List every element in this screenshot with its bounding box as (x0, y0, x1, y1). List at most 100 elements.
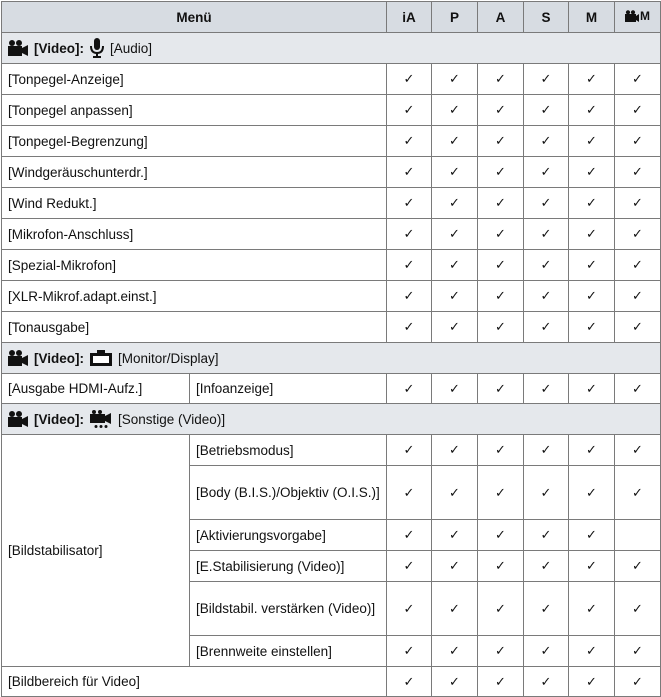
check-cell: ✓ (523, 249, 569, 281)
table-row: [Tonpegel-Anzeige] ✓ ✓ ✓ ✓ ✓ ✓ (1, 63, 661, 95)
check-cell: ✓ (386, 635, 432, 667)
check-cell: ✓ (614, 666, 661, 697)
check-cell: ✓ (614, 94, 661, 126)
row-sublabel: [Body (B.I.S.)/Objektiv (O.I.S.)] (189, 465, 387, 520)
section-monitor-tag: [Video]: (34, 350, 84, 366)
row-sublabel: [Aktivierungsvorgabe] (189, 519, 387, 551)
check-cell: ✓ (614, 465, 661, 520)
table-row: [Bildbereich für Video] ✓ ✓ ✓ ✓ ✓ ✓ (1, 666, 661, 697)
check-cell: ✓ (523, 666, 569, 697)
check-cell: ✓ (386, 280, 432, 312)
check-cell: ✓ (523, 635, 569, 667)
check-cell: ✓ (431, 434, 478, 466)
check-cell: ✓ (477, 666, 524, 697)
check-cell: ✓ (614, 125, 661, 157)
check-cell: ✓ (614, 550, 661, 582)
row-label: [Windgeräuschunterdr.] (1, 156, 387, 188)
header-mode-m: M (568, 1, 615, 33)
row-label: [Tonpegel anpassen] (1, 94, 387, 126)
check-cell: ✓ (477, 465, 524, 520)
table-row: [Wind Redukt.] ✓ ✓ ✓ ✓ ✓ ✓ (1, 187, 661, 219)
check-cell: ✓ (614, 63, 661, 95)
table-row: [Bildstabilisator] [Betriebsmodus] ✓ ✓ ✓ ✓ ✓… (1, 434, 661, 667)
row-label: [XLR-Mikrof.adapt.einst.] (1, 280, 387, 312)
row-sublabel: [Betriebsmodus] (189, 434, 387, 466)
check-cell: ✓ (477, 249, 524, 281)
check-cell: ✓ (386, 125, 432, 157)
monitor-display-icon (90, 350, 112, 366)
check-cell: ✓ (431, 519, 478, 551)
check-cell: ✓ (568, 550, 615, 582)
check-cell: ✓ (568, 94, 615, 126)
row-label: [Mikrofon-Anschluss] (1, 218, 387, 250)
row-sublabel: [Brennweite einstellen] (189, 635, 387, 667)
row-sublabel: [Bildstabil. verstärken (Video)] (189, 581, 387, 636)
check-cell: ✓ (614, 156, 661, 188)
header-mode-p: P (431, 1, 478, 33)
check-cell: ✓ (477, 373, 524, 404)
row-sublabel: [Infoanzeige] (189, 373, 387, 404)
check-cell: ✓ (386, 218, 432, 250)
check-cell: ✓ (477, 581, 524, 636)
row-sublabel: [E.Stabilisierung (Video)] (189, 550, 387, 582)
check-cell: ✓ (523, 581, 569, 636)
row-label: [Tonpegel-Begrenzung] (1, 125, 387, 157)
table-row: [Tonpegel-Begrenzung] ✓ ✓ ✓ ✓ ✓ ✓ (1, 125, 661, 157)
check-cell: ✓ (614, 635, 661, 667)
table-row: [XLR-Mikrof.adapt.einst.] ✓ ✓ ✓ ✓ ✓ ✓ (1, 280, 661, 312)
table-row: [Spezial-Mikrofon] ✓ ✓ ✓ ✓ ✓ ✓ (1, 249, 661, 281)
row-label: [Ausgabe HDMI-Aufz.] (1, 373, 190, 404)
table-row: [Tonausgabe] ✓ ✓ ✓ ✓ ✓ ✓ (1, 311, 661, 343)
check-cell: ✓ (523, 434, 569, 466)
section-other-label: [Sonstige (Video)] (118, 411, 226, 427)
check-cell: ✓ (523, 280, 569, 312)
check-cell: ✓ (568, 373, 615, 404)
header-mode-a: A (477, 1, 524, 33)
section-other-tag: [Video]: (34, 411, 84, 427)
section-monitor: [Video]: [Monitor/Display] (1, 342, 661, 374)
table-row: [Mikrofon-Anschluss] ✓ ✓ ✓ ✓ ✓ ✓ (1, 218, 661, 250)
check-cell: ✓ (523, 373, 569, 404)
check-cell: ✓ (477, 125, 524, 157)
check-cell (614, 519, 661, 551)
table-row: [Ausgabe HDMI-Aufz.] [Infoanzeige] ✓ ✓ ✓ ✓ ✓… (1, 373, 661, 404)
check-cell: ✓ (386, 156, 432, 188)
check-cell: ✓ (477, 94, 524, 126)
check-cell: ✓ (523, 550, 569, 582)
check-cell: ✓ (431, 218, 478, 250)
check-cell: ✓ (477, 519, 524, 551)
check-cell: ✓ (386, 465, 432, 520)
check-cell: ✓ (386, 581, 432, 636)
row-label-stabilizer: [Bildstabilisator] (1, 434, 190, 667)
check-cell: ✓ (431, 550, 478, 582)
check-cell: ✓ (431, 666, 478, 697)
check-cell: ✓ (568, 666, 615, 697)
check-cell: ✓ (614, 280, 661, 312)
check-cell: ✓ (431, 63, 478, 95)
row-label: [Wind Redukt.] (1, 187, 387, 219)
check-cell: ✓ (431, 581, 478, 636)
check-cell: ✓ (431, 125, 478, 157)
check-cell: ✓ (614, 434, 661, 466)
row-label: [Spezial-Mikrofon] (1, 249, 387, 281)
row-label: [Tonausgabe] (1, 311, 387, 343)
check-cell: ✓ (568, 249, 615, 281)
check-cell: ✓ (568, 187, 615, 219)
check-cell: ✓ (568, 635, 615, 667)
check-cell: ✓ (386, 63, 432, 95)
check-cell: ✓ (568, 125, 615, 157)
movie-camera-icon (8, 411, 28, 427)
menu-mode-table: Menü iA P A S M M [Video]: [Audio] [Tonp… (1, 1, 661, 697)
check-cell: ✓ (614, 311, 661, 343)
check-cell: ✓ (523, 63, 569, 95)
check-cell: ✓ (523, 218, 569, 250)
check-cell: ✓ (568, 465, 615, 520)
check-cell: ✓ (568, 63, 615, 95)
creative-video-mode-icon (625, 10, 639, 22)
header-mode-creative-video: M (614, 1, 661, 33)
check-cell: ✓ (477, 63, 524, 95)
check-cell: ✓ (386, 249, 432, 281)
microphone-icon (90, 38, 104, 58)
check-cell: ✓ (568, 280, 615, 312)
check-cell: ✓ (523, 94, 569, 126)
